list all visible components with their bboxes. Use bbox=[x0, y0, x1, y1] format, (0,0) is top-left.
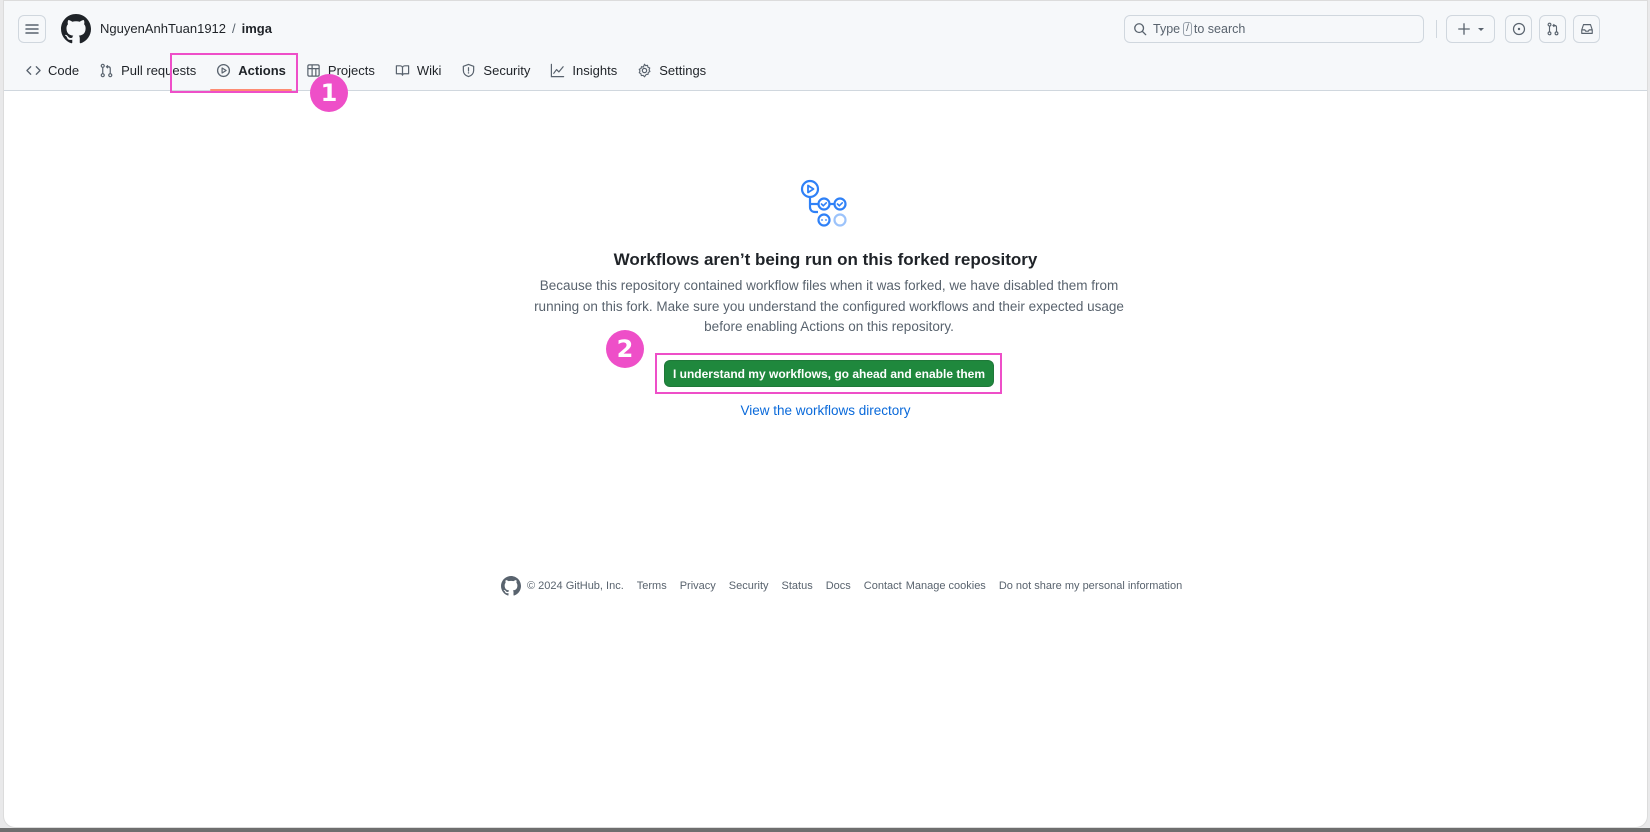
footer-link-do-not-share[interactable]: Do not share my personal information bbox=[999, 580, 1182, 592]
enable-workflows-button[interactable]: I understand my workflows, go ahead and … bbox=[664, 360, 994, 387]
annotation-box-actions-tab bbox=[170, 53, 298, 93]
triangle-down-icon bbox=[1477, 28, 1484, 31]
plus-icon bbox=[1457, 23, 1470, 35]
menu-icon bbox=[25, 24, 39, 34]
pull-requests-button[interactable] bbox=[1539, 15, 1566, 43]
tab-code[interactable]: Code bbox=[18, 56, 87, 84]
footer-link-docs[interactable]: Docs bbox=[826, 580, 851, 592]
blankslate-description: Because this repository contained workfl… bbox=[534, 278, 1124, 334]
repo-nav: Code Pull requests Actions Projects Wiki… bbox=[18, 56, 718, 91]
footer-copyright: © 2024 GitHub, Inc. bbox=[527, 580, 624, 592]
workflow-icon bbox=[800, 179, 847, 227]
inbox-icon bbox=[1580, 24, 1593, 34]
footer-link-security[interactable]: Security bbox=[729, 580, 769, 592]
github-logo[interactable] bbox=[501, 576, 521, 596]
footer-link-contact[interactable]: Contact bbox=[864, 580, 902, 592]
workflows-directory-link-row: View the workflows directory bbox=[4, 403, 1647, 418]
book-icon bbox=[395, 64, 410, 76]
annotation-step-2: 2 bbox=[606, 330, 644, 368]
menu-button[interactable] bbox=[18, 15, 46, 43]
issue-icon bbox=[1512, 22, 1525, 36]
graph-icon bbox=[551, 63, 565, 77]
tab-wiki[interactable]: Wiki bbox=[387, 56, 450, 84]
create-new-button[interactable] bbox=[1446, 15, 1495, 43]
tab-label: Code bbox=[48, 62, 80, 78]
view-workflows-directory-link[interactable]: View the workflows directory bbox=[740, 403, 910, 418]
pull-request-icon bbox=[1547, 22, 1558, 36]
tab-security[interactable]: Security bbox=[453, 56, 538, 84]
github-logo[interactable] bbox=[61, 14, 91, 44]
breadcrumb: NguyenAnhTuan1912 / imga bbox=[100, 21, 272, 36]
code-icon bbox=[26, 65, 41, 75]
footer-link-manage-cookies[interactable]: Manage cookies bbox=[906, 580, 986, 592]
search-placeholder-prefix: Type bbox=[1153, 22, 1181, 36]
tab-settings[interactable]: Settings bbox=[629, 56, 714, 84]
search-placeholder-suffix: to search bbox=[1193, 22, 1246, 36]
tab-label: Security bbox=[483, 62, 531, 78]
footer-link-privacy[interactable]: Privacy bbox=[680, 580, 716, 592]
footer-link-terms[interactable]: Terms bbox=[637, 580, 667, 592]
breadcrumb-separator: / bbox=[232, 21, 236, 36]
page-footer: © 2024 GitHub, Inc. Terms Privacy Securi… bbox=[501, 576, 1182, 596]
browser-window: NguyenAnhTuan1912 / imga Type / to searc… bbox=[3, 0, 1648, 828]
footer-link-status[interactable]: Status bbox=[782, 580, 813, 592]
header-divider bbox=[1436, 20, 1437, 38]
tab-label: Wiki bbox=[416, 62, 442, 78]
issues-button[interactable] bbox=[1505, 15, 1532, 43]
annotation-step-1: 1 bbox=[310, 74, 348, 112]
search-input[interactable]: Type / to search bbox=[1124, 15, 1424, 43]
table-icon bbox=[307, 63, 320, 77]
tab-label: Settings bbox=[659, 62, 707, 78]
search-shortcut-key: / bbox=[1183, 22, 1192, 36]
gear-icon bbox=[638, 63, 651, 77]
blankslate-title: Workflows aren’t being run on this forke… bbox=[613, 250, 1038, 269]
footer-copyright-group: © 2024 GitHub, Inc. bbox=[501, 576, 624, 596]
pull-request-icon bbox=[100, 63, 113, 77]
tab-insights[interactable]: Insights bbox=[542, 56, 625, 84]
repo-link[interactable]: imga bbox=[242, 21, 272, 36]
inbox-button[interactable] bbox=[1573, 15, 1600, 43]
owner-link[interactable]: NguyenAnhTuan1912 bbox=[100, 21, 226, 36]
shield-icon bbox=[463, 63, 475, 77]
tab-label: Insights bbox=[572, 62, 618, 78]
taskbar-edge bbox=[0, 828, 1650, 832]
search-icon bbox=[1134, 23, 1147, 36]
